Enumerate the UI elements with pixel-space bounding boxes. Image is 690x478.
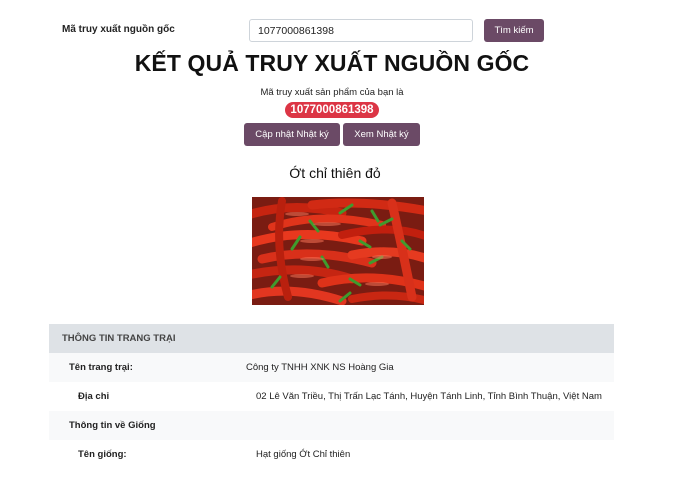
- table-row: Tên trang trại: Công ty TNHH XNK NS Hoàn…: [49, 353, 614, 382]
- table-row: Tên giống: Hạt giống Ớt Chỉ thiên: [49, 440, 614, 469]
- product-image: [252, 197, 424, 305]
- table-row: Địa chỉ 02 Lê Văn Triều, Thị Trấn Lạc Tá…: [49, 382, 614, 411]
- farm-name-value: Công ty TNHH XNK NS Hoàng Gia: [246, 362, 394, 373]
- variety-name-value: Hạt giống Ớt Chỉ thiên: [256, 449, 351, 460]
- address-value: 02 Lê Văn Triều, Thị Trấn Lạc Tánh, Huyệ…: [256, 391, 602, 402]
- product-name: Ớt chỉ thiên đỏ: [289, 165, 381, 181]
- page-title: KẾT QUẢ TRUY XUẤT NGUỒN GỐC: [134, 50, 530, 76]
- address-label: Địa chỉ: [78, 391, 110, 402]
- variety-section-label: Thông tin về Giống: [69, 420, 156, 431]
- table-row: Thông tin về Giống: [49, 411, 614, 440]
- farm-info-table: THÔNG TIN TRANG TRẠI Tên trang trại: Côn…: [49, 324, 614, 469]
- search-label: Mã truy xuất nguồn gốc: [62, 24, 175, 35]
- variety-name-label: Tên giống:: [78, 449, 127, 460]
- search-button[interactable]: Tìm kiếm: [484, 19, 544, 42]
- code-caption: Mã truy xuất sản phẩm của bạn là: [260, 87, 404, 98]
- code-badge: 1077000861398: [285, 102, 379, 118]
- view-log-button[interactable]: Xem Nhật ký: [343, 123, 420, 146]
- search-input[interactable]: [249, 19, 473, 42]
- farm-info-header: THÔNG TIN TRANG TRẠI: [49, 324, 614, 353]
- update-log-button[interactable]: Cập nhật Nhật ký: [244, 123, 340, 146]
- farm-name-label: Tên trang trại:: [69, 362, 133, 373]
